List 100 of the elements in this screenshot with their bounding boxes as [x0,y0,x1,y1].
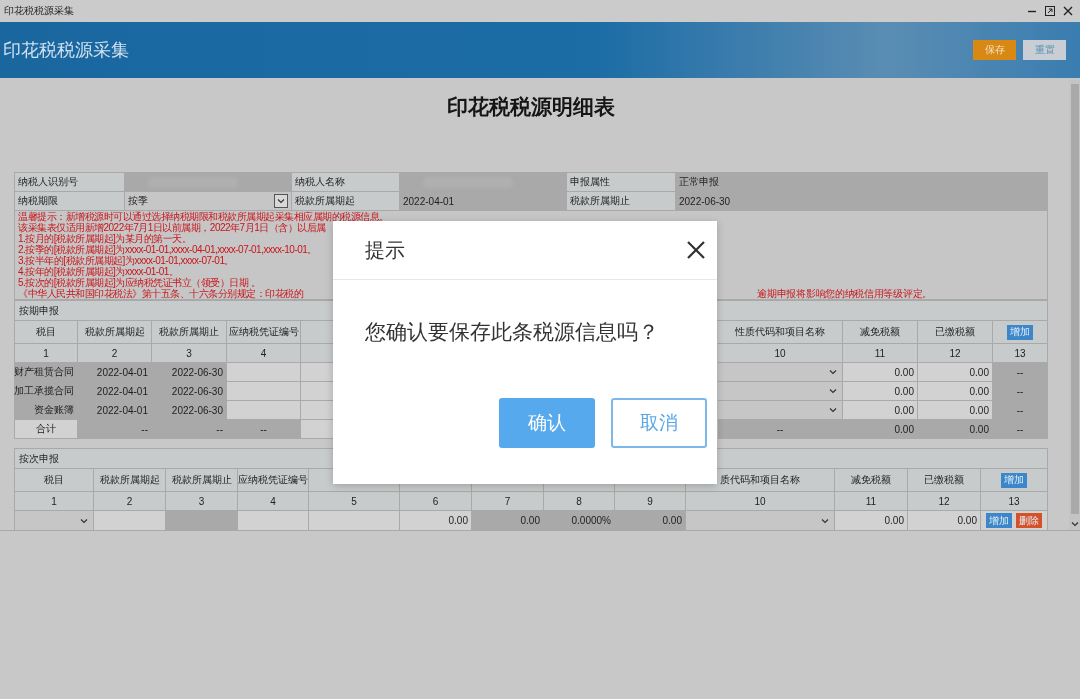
table-cell: 0.00 [843,401,918,420]
table-cell: -- [718,420,843,439]
table-cell: 0.0000% [544,511,615,531]
table-cell: 0.00 [908,511,981,531]
column-number: 8 [544,492,615,511]
table-cell: 加工承揽合同 [15,382,78,401]
column-number: 7 [472,492,544,511]
field-value: 2022-04-01 [400,192,567,211]
table-cell [301,382,334,401]
column-number: 2 [78,344,152,363]
table-cell: 2022-06-30 [152,401,227,420]
column-number: 3 [166,492,238,511]
select-field[interactable] [718,382,843,401]
table-cell: 0.00 [843,363,918,382]
column-header: 已缴税额 [918,321,993,344]
column-number: 9 [615,492,686,511]
table-cell: -- [993,363,1048,382]
column-number: 2 [94,492,166,511]
table-cell: 0.00 [918,363,993,382]
field-label: 纳税人识别号 [15,173,125,192]
column-header: 税目 [15,469,94,492]
table-cell: 0.00 [400,511,472,531]
column-number: 5 [309,492,400,511]
table-cell: -- [993,401,1048,420]
table-cell: 0.00 [615,511,686,531]
table-cell: 财产租赁合同 [15,363,78,382]
table-cell: 合计 [15,420,78,439]
notice-text: 该采集表仅适用新增2022年7月1日以前属期，2022年7月1日（含）以后属 [18,222,326,233]
dialog-message: 您确认要保存此条税源信息吗？ [365,319,660,345]
close-icon[interactable] [1062,5,1074,17]
confirm-button[interactable]: 确认 [499,398,595,448]
column-number: 12 [918,344,993,363]
notice-text: 5.按次的[税款所属期起]为应纳税凭证书立（领受）日期 。 [18,277,261,288]
table-cell: 2022-04-01 [78,382,152,401]
save-button[interactable]: 保存 [973,40,1016,60]
window-title: 印花税税源采集 [4,4,75,18]
add-button[interactable]: 增加 [1007,324,1033,340]
add-button[interactable]: 增加 [1001,472,1027,488]
table-cell: 0.00 [843,382,918,401]
column-number: 3 [152,344,227,363]
column-number: 13 [981,492,1048,511]
column-header: 税款所属期止 [152,321,227,344]
delete-button[interactable]: 删除 [1016,513,1042,528]
cancel-button[interactable]: 取消 [611,398,707,448]
select-field[interactable] [718,401,843,420]
field-value: 2022-06-30 [676,192,1048,211]
column-header: 减免税额 [843,321,918,344]
field-label: 税款所属期止 [567,192,676,211]
dialog-title: 提示 [365,237,406,263]
column-number: 13 [993,344,1048,363]
column-header: 税款所属期起 [78,321,152,344]
column-header: 性质代码和项目名称 [718,321,843,344]
column-number: 6 [400,492,472,511]
field-value: 正常申报 [676,173,1048,192]
column-number: 10 [686,492,835,511]
table-cell: 0.00 [918,382,993,401]
notice-text: 1.按月的[税款所属期起]为某月的第一天。 [18,233,192,244]
table-cell: 0.00 [918,401,993,420]
column-header: 税目 [15,321,78,344]
close-icon[interactable] [685,239,707,261]
table-cell: 2022-06-30 [152,382,227,401]
section-title: 按期申报 [19,303,59,318]
table-cell: 资金账簿 [15,401,78,420]
table-cell: -- [993,382,1048,401]
notice-text: 逾期申报将影响您的纳税信用等级评定。 [757,288,932,299]
field-label: 税款所属期起 [292,192,400,211]
table-cell [301,363,334,382]
column-number: 12 [908,492,981,511]
column-header: 减免税额 [835,469,908,492]
field-label: 申报属性 [567,173,676,192]
field-label: 纳税期限 [15,192,125,211]
select-field[interactable]: 按季 [125,192,292,211]
table-cell: 2022-06-30 [152,363,227,382]
select-field[interactable] [718,363,843,382]
table-cell: -- [227,420,301,439]
add-button[interactable]: 增加 [986,513,1012,528]
reset-button[interactable]: 重置 [1023,40,1066,60]
column-header: 税款所属期起 [94,469,166,492]
table-cell: 2022-04-01 [78,363,152,382]
table-cell: 0.00 [843,420,918,439]
table-cell [301,401,334,420]
column-number: 11 [835,492,908,511]
table-cell: 2022-04-01 [78,401,152,420]
column-number: 11 [843,344,918,363]
chevron-down-icon [274,194,288,208]
restore-icon[interactable] [1044,5,1056,17]
field-label: 纳税人名称 [292,173,400,192]
scrollbar[interactable] [1069,80,1080,530]
column-header: 应纳税凭证编号 [227,321,301,344]
column-number: 4 [238,492,309,511]
column-number: 4 [227,344,301,363]
notice-text: 温馨提示：新增税源时可以通过选择纳税期限和税款所属期起采集相应属期的税源信息。 [18,211,389,222]
table-cell: 0.00 [472,511,544,531]
notice-text: 3.按半年的[税款所属期起]为xxxx-01-01,xxxx-07-01。 [18,255,234,266]
table-cell: -- [152,420,227,439]
column-header: 应纳税凭证编号 [238,469,309,492]
column-number: 1 [15,344,78,363]
app-title: 印花税税源采集 [3,39,130,62]
column-number: 10 [718,344,843,363]
notice-text: 4.按年的[税款所属期起]为xxxx-01-01。 [18,266,179,277]
